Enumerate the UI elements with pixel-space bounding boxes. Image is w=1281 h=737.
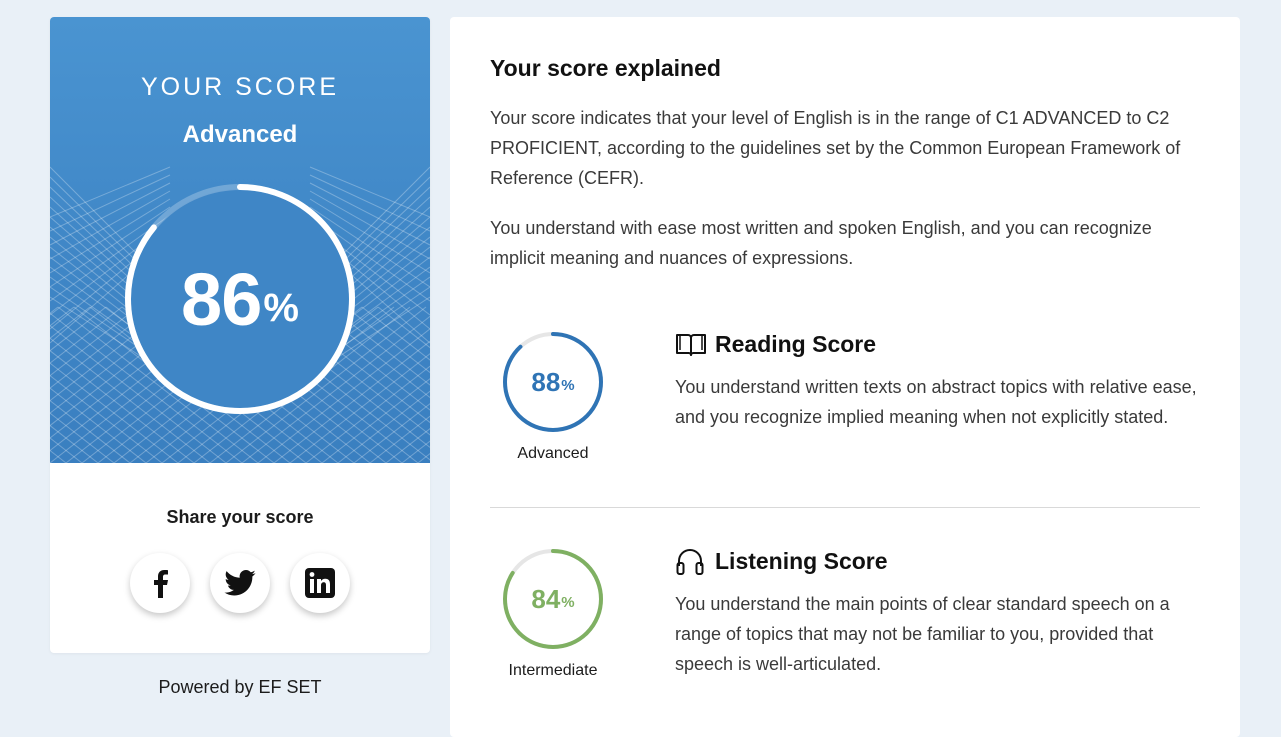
facebook-icon (154, 570, 168, 598)
reading-score-description: You understand written texts on abstract… (675, 377, 1197, 427)
listening-score-number: 84 (531, 583, 561, 614)
twitter-icon (224, 570, 256, 596)
score-level: Advanced (182, 121, 298, 148)
share-title: Share your score (166, 507, 314, 527)
listening-score-title: Listening Score (715, 547, 888, 574)
explanation-paragraph-1: Your score indicates that your level of … (490, 108, 1181, 188)
explanation-paragraph-2: You understand with ease most written an… (490, 218, 1152, 268)
overall-score-number: 86 (181, 257, 262, 341)
listening-score-heading: Listening Score (675, 546, 888, 576)
section-divider (490, 507, 1200, 508)
reading-score-level: Advanced (517, 445, 589, 462)
listening-score-description: You understand the main points of clear … (675, 594, 1170, 674)
reading-score-value: 88% (502, 331, 604, 433)
linkedin-share-button[interactable] (290, 553, 350, 613)
facebook-share-button[interactable] (130, 553, 190, 613)
share-buttons (130, 553, 350, 613)
score-card: YOUR SCORE Advanced 86% Share your score (50, 17, 430, 653)
overall-score-value: 86% (125, 184, 355, 414)
score-heading: YOUR SCORE (140, 73, 340, 101)
listening-score-level: Intermediate (508, 662, 598, 679)
reading-score-heading: Reading Score (675, 329, 876, 359)
twitter-share-button[interactable] (210, 553, 270, 613)
overall-score-percent-sign: % (263, 285, 299, 330)
reading-score-percent-sign: % (561, 376, 575, 394)
headphones-icon (675, 546, 707, 576)
linkedin-icon (305, 568, 335, 598)
explanation-title: Your score explained (490, 55, 721, 81)
listening-score-percent-sign: % (561, 593, 575, 611)
explanation-panel: Your score explained Your score indicate… (450, 17, 1240, 737)
reading-score-section: 88% Advanced Reading Score You understan… (490, 327, 1200, 497)
reading-score-title: Reading Score (715, 330, 877, 357)
listening-score-value: 84% (502, 548, 604, 650)
score-hero: YOUR SCORE Advanced 86% (50, 17, 430, 463)
listening-score-section: 84% Intermediate Listening Score You und… (490, 544, 1200, 714)
powered-by: Powered by EF SET (158, 677, 322, 697)
book-icon (675, 329, 707, 359)
reading-score-number: 88 (531, 366, 561, 397)
